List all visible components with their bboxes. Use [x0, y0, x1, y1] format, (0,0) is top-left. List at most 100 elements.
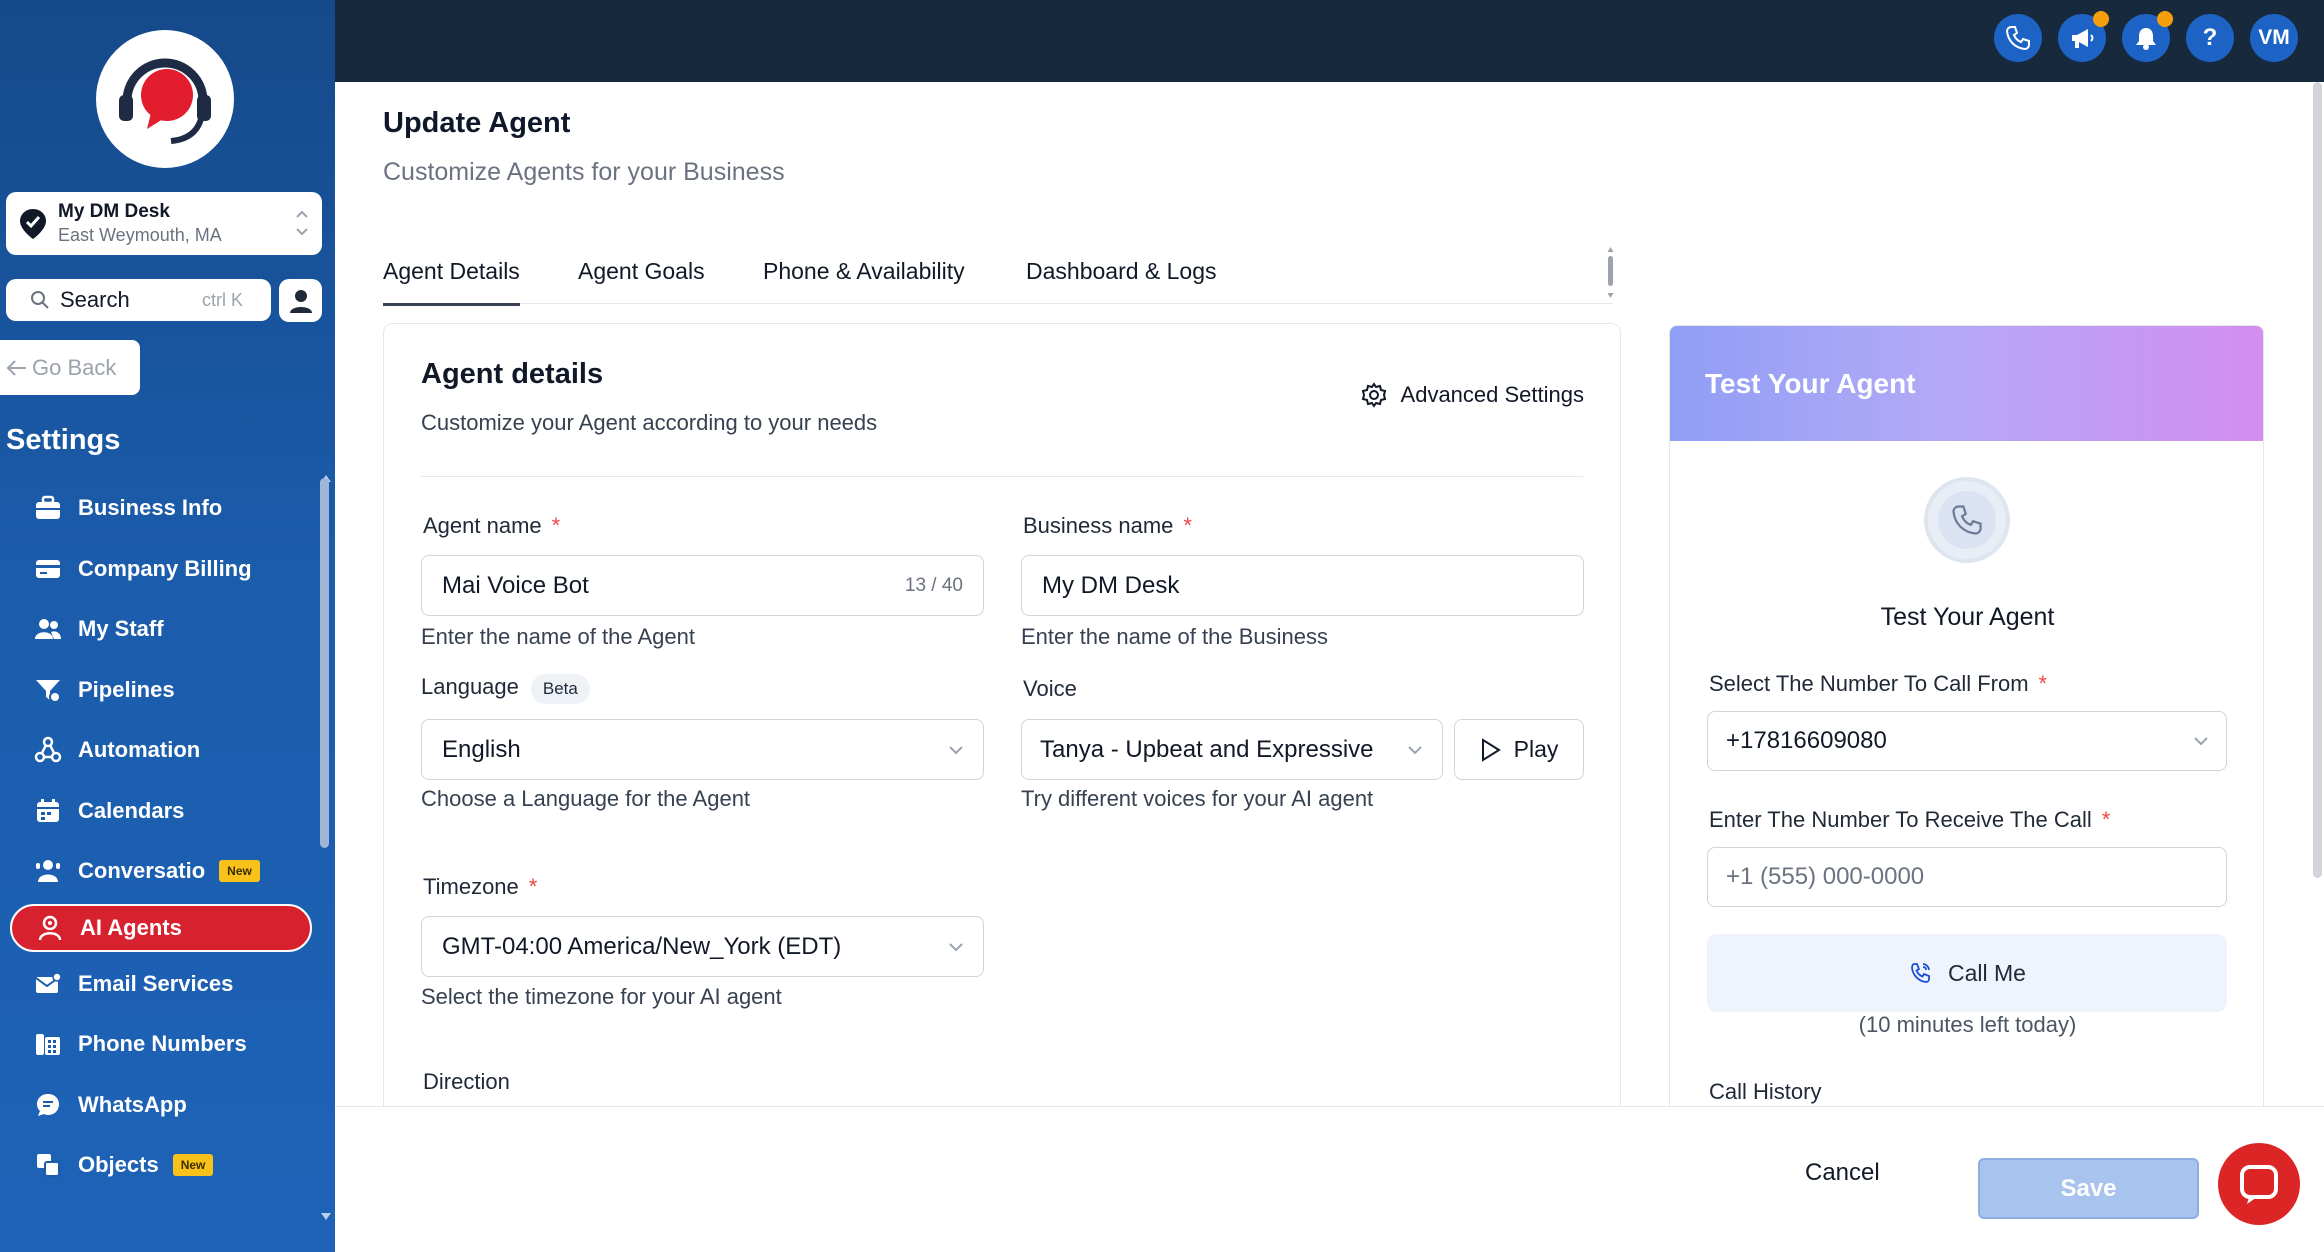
briefcase-icon — [36, 496, 60, 520]
sidebar-item-label: WhatsApp — [78, 1091, 187, 1117]
funnel-icon — [36, 679, 61, 703]
language-select[interactable]: English — [421, 719, 984, 780]
tab-agent-goals[interactable]: Agent Goals — [578, 258, 705, 303]
save-button[interactable]: Save — [1978, 1158, 2199, 1219]
sidebar-item-label: Company Billing — [78, 555, 252, 581]
settings-nav: Business Info Company Billing My Staff P… — [0, 478, 320, 1196]
announcements-button[interactable] — [2058, 11, 2109, 62]
voice-select[interactable]: Tanya - Upbeat and Expressive — [1021, 719, 1443, 780]
search-label: Search — [60, 287, 130, 312]
sidebar-item-conversations[interactable]: Conversatio New — [0, 841, 320, 902]
gear-icon — [1361, 382, 1386, 408]
timezone-select[interactable]: GMT-04:00 America/New_York (EDT) — [421, 916, 984, 977]
search-icon — [31, 291, 49, 309]
business-name-value: My DM Desk — [1042, 571, 1180, 599]
help-button[interactable]: ? — [2186, 14, 2234, 62]
sidebar-item-label: Phone Numbers — [78, 1031, 247, 1057]
search-shortcut: ctrl K — [201, 289, 243, 310]
play-voice-button[interactable]: Play — [1454, 719, 1584, 780]
beta-badge: Beta — [530, 674, 590, 704]
page-title: Update Agent — [383, 107, 571, 139]
phone-ringing-icon — [1911, 963, 1930, 983]
sidebar-item-business-info[interactable]: Business Info — [0, 478, 320, 539]
business-name-input[interactable]: My DM Desk — [1021, 555, 1584, 616]
location-city: East Weymouth, MA — [58, 225, 222, 245]
advanced-settings-label: Advanced Settings — [1400, 382, 1584, 407]
call-from-label-text: Select The Number To Call From — [1709, 671, 2029, 696]
sidebar-scrollbar[interactable] — [320, 478, 329, 848]
language-label-text: Language — [421, 674, 519, 699]
chevron-down-icon — [949, 745, 963, 754]
sidebar-item-whatsapp[interactable]: WhatsApp — [0, 1075, 320, 1136]
sidebar-item-label: Automation — [78, 737, 201, 763]
company-logo[interactable] — [96, 30, 234, 168]
tab-phone-availability[interactable]: Phone & Availability — [763, 258, 965, 303]
agent-name-label: Agent name * — [423, 513, 560, 539]
sidebar-item-label: Calendars — [78, 797, 185, 823]
calendar-icon — [37, 798, 59, 822]
required-mark: * — [2101, 807, 2111, 832]
advanced-settings-button[interactable]: Advanced Settings — [1361, 382, 1584, 408]
required-mark: * — [528, 874, 538, 899]
tab-scrollbar[interactable] — [1607, 246, 1614, 300]
sidebar-item-email-services[interactable]: Email Services — [0, 954, 320, 1015]
timezone-value: GMT-04:00 America/New_York (EDT) — [442, 932, 842, 960]
sidebar-item-calendars[interactable]: Calendars — [0, 781, 320, 842]
voice-value: Tanya - Upbeat and Expressive — [1040, 735, 1374, 763]
sidebar-item-label: Conversatio — [78, 858, 206, 884]
top-bar: ? VM — [335, 0, 2324, 82]
sidebar-search[interactable]: Search ctrl K — [6, 279, 271, 321]
help-icon: ? — [2202, 24, 2218, 51]
avatar[interactable]: VM — [2250, 14, 2298, 62]
call-me-button[interactable]: Call Me — [1707, 934, 2227, 1012]
chevron-down-icon — [1408, 745, 1422, 754]
page-scrollbar[interactable] — [2313, 82, 2322, 878]
tab-dashboard-logs[interactable]: Dashboard & Logs — [1026, 258, 1217, 303]
sidebar-item-automation[interactable]: Automation — [0, 720, 320, 781]
scroll-down-arrow[interactable] — [321, 1213, 331, 1220]
sidebar-item-ai-agents[interactable]: AI Agents — [10, 903, 312, 952]
user-icon — [289, 289, 312, 313]
sidebar-item-phone-numbers[interactable]: Phone Numbers — [0, 1014, 320, 1075]
test-agent-header-text: Test Your Agent — [1705, 367, 1916, 399]
location-switcher[interactable]: My DM Desk East Weymouth, MA — [6, 192, 322, 255]
agent-name-input[interactable]: Mai Voice Bot 13 / 40 — [421, 555, 984, 616]
receive-number-label-text: Enter The Number To Receive The Call — [1709, 807, 2092, 832]
play-icon — [1481, 737, 1501, 762]
agent-name-help: Enter the name of the Agent — [421, 624, 695, 649]
credit-card-icon — [36, 559, 60, 578]
call-history-label: Call History — [1709, 1079, 1822, 1104]
cancel-button[interactable]: Cancel — [1805, 1159, 1880, 1187]
phone-icon — [1952, 505, 1982, 535]
sidebar-item-pipelines[interactable]: Pipelines — [0, 660, 320, 721]
sidebar-item-objects[interactable]: Objects New — [0, 1135, 320, 1196]
page-subtitle: Customize Agents for your Business — [383, 158, 785, 186]
voice-label: Voice — [1023, 676, 1077, 701]
go-back-button[interactable]: Go Back — [0, 340, 140, 395]
voice-help: Try different voices for your AI agent — [1021, 786, 1374, 811]
sidebar-item-my-staff[interactable]: My Staff — [0, 599, 320, 660]
agent-name-value: Mai Voice Bot — [442, 571, 589, 599]
sidebar-item-label: Email Services — [78, 970, 234, 996]
timezone-help: Select the timezone for your AI agent — [421, 984, 782, 1009]
whatsapp-icon — [37, 1093, 59, 1116]
timezone-label-text: Timezone — [423, 874, 519, 899]
language-help: Choose a Language for the Agent — [421, 786, 751, 811]
notification-dot — [2157, 11, 2173, 27]
timezone-label: Timezone * — [423, 874, 537, 900]
notifications-button[interactable] — [2122, 11, 2173, 62]
call-from-select[interactable]: +17816609080 — [1707, 711, 2227, 771]
chat-widget-button[interactable] — [2218, 1143, 2300, 1225]
phone-call-button[interactable] — [1994, 14, 2042, 62]
notification-dot — [2093, 11, 2109, 27]
receive-number-input[interactable]: +1 (555) 000-0000 — [1707, 847, 2227, 907]
phone-icon — [2005, 26, 2030, 51]
workflow-icon — [34, 737, 62, 763]
sidebar-item-label: Pipelines — [78, 676, 175, 702]
user-profile-button[interactable] — [279, 279, 322, 322]
headset-logo-icon — [119, 58, 211, 144]
phone-avatar — [1924, 477, 2010, 563]
sidebar-item-company-billing[interactable]: Company Billing — [0, 539, 320, 600]
phone-numbers-icon — [36, 1034, 60, 1056]
tab-agent-details[interactable]: Agent Details — [383, 258, 520, 306]
